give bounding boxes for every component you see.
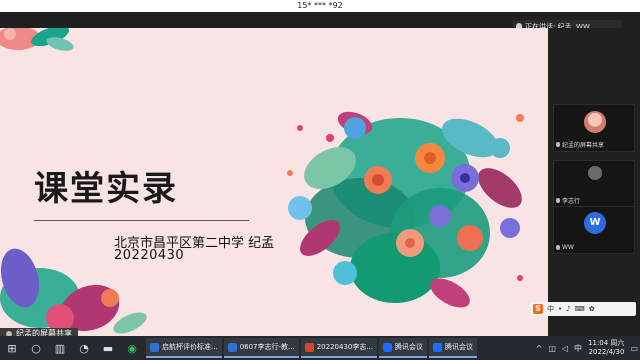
slide-date: 20220430 (114, 248, 185, 263)
participant-name: 纪孟的屏幕共享 (556, 140, 604, 149)
green-app-icon[interactable]: ◉ (120, 336, 144, 360)
file-explorer-icon[interactable]: ▬ (96, 336, 120, 360)
avatar (584, 111, 606, 133)
shared-slide: 课堂实录 北京市昌平区第二中学 纪孟 20220430 纪孟的屏幕共享 (0, 28, 548, 336)
participant-tile[interactable]: W WW (553, 206, 635, 254)
notification-icon[interactable]: ▭ (630, 344, 638, 353)
chevron-up-icon[interactable]: ^ (536, 344, 543, 353)
taskbar-app[interactable]: 启航杯评价标准... (146, 338, 222, 358)
title-divider (34, 220, 249, 221)
screen-share-label: 纪孟的屏幕共享 (0, 328, 78, 336)
ime-mic-icon[interactable]: ♪ (566, 305, 570, 313)
ime-toolbar[interactable]: S 中 • ♪ ⌨ ✿ (530, 302, 636, 316)
taskbar-app[interactable]: 腾讯会议 (429, 338, 478, 358)
task-view-icon[interactable]: ▥ (48, 336, 72, 360)
taskbar-app[interactable]: 20220430李志... (300, 338, 378, 358)
word-icon (150, 342, 159, 352)
ime-mode[interactable]: 中 (547, 304, 554, 314)
system-clock[interactable]: 11:04 周六 2022/4/30 (588, 339, 624, 357)
participant-tile[interactable]: 李志行 (553, 160, 635, 208)
share-label-text: 纪孟的屏幕共享 (16, 329, 72, 336)
search-icon[interactable]: ○ (24, 336, 48, 360)
word-icon (227, 342, 237, 352)
ime-settings-icon[interactable]: ✿ (589, 305, 595, 313)
mic-icon (556, 245, 560, 250)
mic-icon (556, 198, 560, 203)
windows-start-icon[interactable]: ⊞ (0, 336, 24, 360)
windows-taskbar: ⊞ ○ ▥ ◔ ▬ ◉ 启航杯评价标准... 0607李志行-教... 2022… (0, 336, 640, 360)
taskbar-app[interactable]: 0607李志行-教... (223, 338, 299, 358)
meeting-title-bar: 15* *** *92 (0, 0, 640, 12)
edge-icon[interactable]: ◔ (72, 336, 96, 360)
mic-icon (556, 142, 560, 147)
network-icon[interactable]: ◫ (548, 344, 556, 353)
ime-keyboard-icon[interactable]: ⌨ (575, 305, 585, 313)
powerpoint-icon (304, 342, 314, 352)
slide-title: 课堂实录 (34, 169, 178, 209)
system-tray: ^ ◫ ◁ 中 11:04 周六 2022/4/30 ▭ (536, 336, 638, 360)
ime-tray-icon[interactable]: 中 (574, 343, 582, 354)
volume-icon[interactable]: ◁ (562, 344, 568, 353)
ime-punct-icon[interactable]: • (558, 305, 562, 313)
taskbar-app[interactable]: 腾讯会议 (379, 338, 428, 358)
participant-name: WW (556, 244, 574, 251)
sogou-logo-icon: S (533, 304, 543, 314)
participant-name: 李志行 (556, 196, 580, 205)
meeting-id[interactable]: 15* *** *92 (0, 1, 640, 10)
tencent-meeting-icon (383, 342, 393, 352)
tencent-meeting-icon (433, 342, 443, 352)
avatar: W (584, 212, 606, 234)
participant-tile[interactable]: 纪孟的屏幕共享 (553, 104, 635, 152)
avatar (588, 166, 602, 180)
